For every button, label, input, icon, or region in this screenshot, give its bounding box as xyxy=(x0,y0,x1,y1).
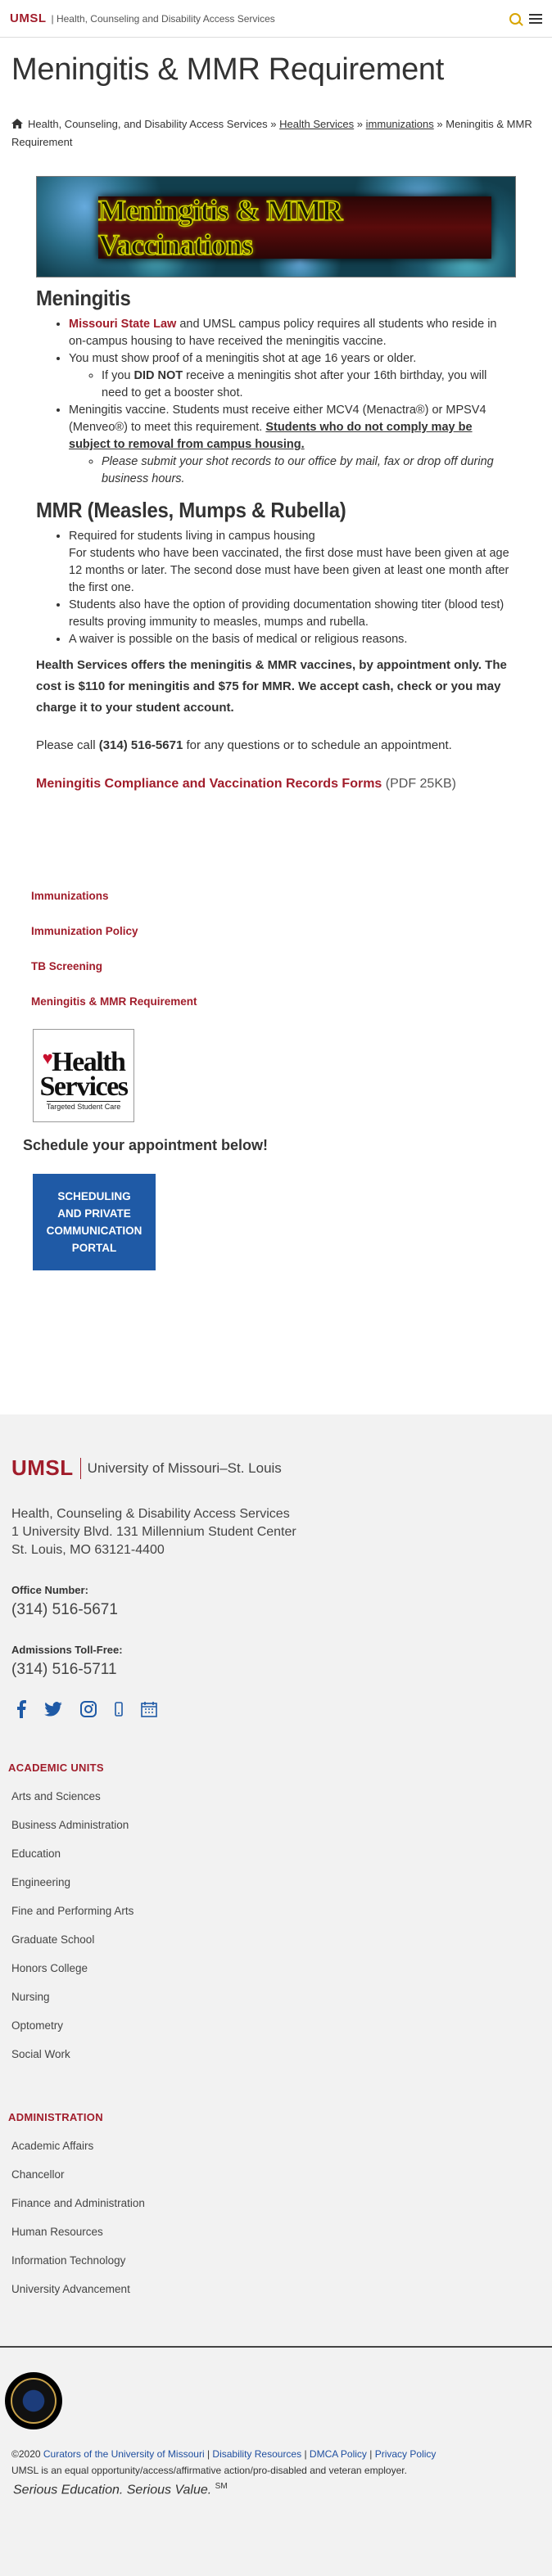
twitter-icon[interactable] xyxy=(44,1702,62,1721)
page-title: Meningitis & MMR Requirement xyxy=(11,52,444,87)
footer-link[interactable]: Academic Affairs xyxy=(11,2132,541,2160)
main-content: Meningitis & MMR Vaccinations Meningitis… xyxy=(0,176,552,792)
facebook-icon[interactable] xyxy=(16,1700,26,1722)
hamburger-menu-icon[interactable] xyxy=(529,13,542,24)
footer-link[interactable]: Fine and Performing Arts xyxy=(11,1897,541,1925)
academic-units-list: Arts and Sciences Business Administratio… xyxy=(0,1782,552,2068)
phone-number: (314) 516-5671 xyxy=(98,738,183,753)
administration-list: Academic Affairs Chancellor Finance and … xyxy=(0,2132,552,2303)
mobile-icon[interactable] xyxy=(115,1702,123,1721)
breadcrumb: Health, Counseling, and Disability Acces… xyxy=(0,97,552,151)
mmr-list: Required for students living in campus h… xyxy=(36,528,516,648)
heart-icon: ♥ xyxy=(42,1047,53,1068)
university-seal xyxy=(5,2372,62,2429)
sidenav-item-tb-screening[interactable]: TB Screening xyxy=(31,960,521,972)
vaccine-offer: Health Services offers the meningitis & … xyxy=(36,658,507,715)
footer-link[interactable]: Human Resources xyxy=(11,2217,541,2246)
instagram-icon[interactable] xyxy=(80,1701,97,1721)
umsl-logo[interactable]: UMSL xyxy=(10,11,47,25)
banner-title: Meningitis & MMR Vaccinations xyxy=(97,193,343,262)
footer-link[interactable]: Social Work xyxy=(11,2040,541,2068)
top-bar: UMSL | Health, Counseling and Disability… xyxy=(0,0,552,38)
footer-address: Health, Counseling & Disability Access S… xyxy=(11,1507,296,1557)
home-icon xyxy=(11,119,23,129)
calendar-icon[interactable] xyxy=(141,1701,157,1721)
vaccination-banner-image: Meningitis & MMR Vaccinations xyxy=(36,176,516,278)
sidenav-item-immunization-policy[interactable]: Immunization Policy xyxy=(31,925,521,937)
call-info: Please call (314) 516-5671 for any quest… xyxy=(36,738,452,753)
curators-link[interactable]: Curators of the University of Missouri xyxy=(43,2448,205,2460)
breadcrumb-separator: » xyxy=(437,118,443,130)
footer-link[interactable]: Optometry xyxy=(11,2011,541,2040)
admissions-phone[interactable]: (314) 516-5711 xyxy=(0,1656,552,1679)
social-links xyxy=(0,1679,552,1722)
schedule-heading: Schedule your appointment below! xyxy=(23,1137,269,1154)
footer-link[interactable]: Engineering xyxy=(11,1868,541,1897)
academic-units-heading: ACADEMIC UNITS xyxy=(8,1762,104,1774)
footer-link[interactable]: Education xyxy=(11,1839,541,1868)
dmca-policy-link[interactable]: DMCA Policy xyxy=(310,2448,367,2460)
site-name: | Health, Counseling and Disability Acce… xyxy=(51,12,275,25)
legal-links: ©2020 Curators of the University of Miss… xyxy=(0,2446,552,2479)
eo-statement: UMSL is an equal opportunity/access/affi… xyxy=(11,2465,407,2476)
list-item: Please submit your shot records to our o… xyxy=(102,453,516,488)
breadcrumb-separator: » xyxy=(356,118,364,130)
list-item: Required for students living in campus h… xyxy=(69,528,516,597)
breadcrumb-immunizations[interactable]: immunizations xyxy=(366,118,434,130)
footer-link[interactable]: Information Technology xyxy=(11,2246,541,2275)
compliance-forms-link[interactable]: Meningitis Compliance and Vaccination Re… xyxy=(36,777,382,791)
breadcrumb-home[interactable]: Health, Counseling, and Disability Acces… xyxy=(28,118,268,130)
missouri-state-law-link[interactable]: Missouri State Law xyxy=(69,318,176,331)
breadcrumb-health-services[interactable]: Health Services xyxy=(279,118,354,130)
meningitis-list: Missouri State Law and UMSL campus polic… xyxy=(36,316,516,488)
meningitis-heading: Meningitis xyxy=(36,286,131,311)
top-icons xyxy=(509,12,542,25)
administration-heading: ADMINISTRATION xyxy=(8,2111,103,2123)
sidenav-item-immunizations[interactable]: Immunizations xyxy=(31,890,521,902)
list-item: If you DID NOT receive a meningitis shot… xyxy=(102,368,516,402)
footer-link[interactable]: Nursing xyxy=(11,1983,541,2011)
footer-link[interactable]: Arts and Sciences xyxy=(11,1782,541,1811)
list-item: Meningitis vaccine. Students must receiv… xyxy=(69,402,516,488)
side-navigation: Immunizations Immunization Policy TB Scr… xyxy=(0,890,552,1008)
site-footer: UMSL University of Missouri–St. Louis Hea… xyxy=(0,1414,552,2576)
health-services-logo[interactable]: ♥Health Services Targeted Student Care xyxy=(33,1029,134,1123)
admissions-label: Admissions Toll-Free: xyxy=(11,1644,123,1656)
footer-link[interactable]: University Advancement xyxy=(11,2275,541,2303)
office-phone[interactable]: (314) 516-5671 xyxy=(0,1596,552,1619)
sidenav-item-meningitis-mmr[interactable]: Meningitis & MMR Requirement xyxy=(31,995,521,1008)
footer-brand[interactable]: UMSL University of Missouri–St. Louis xyxy=(0,1414,552,1481)
forms-line: Meningitis Compliance and Vaccination Re… xyxy=(36,777,456,792)
list-item: Missouri State Law and UMSL campus polic… xyxy=(69,316,516,350)
mmr-heading: MMR (Measles, Mumps & Rubella) xyxy=(36,498,346,523)
search-icon[interactable] xyxy=(509,12,521,25)
footer-link[interactable]: Graduate School xyxy=(11,1925,541,1954)
disability-resources-link[interactable]: Disability Resources xyxy=(212,2448,301,2460)
breadcrumb-separator: » xyxy=(270,118,277,130)
footer-link[interactable]: Finance and Administration xyxy=(11,2189,541,2217)
footer-link[interactable]: Business Administration xyxy=(11,1811,541,1839)
office-number-label: Office Number: xyxy=(11,1584,88,1596)
list-item: A waiver is possible on the basis of med… xyxy=(69,631,516,648)
scheduling-portal-button[interactable]: SCHEDULING AND PRIVATE COMMUNICATION POR… xyxy=(33,1174,156,1271)
privacy-policy-link[interactable]: Privacy Policy xyxy=(375,2448,437,2460)
slogan: Serious Education. Serious Value. SM xyxy=(13,2482,228,2497)
list-item: Students also have the option of providi… xyxy=(69,597,516,631)
footer-link[interactable]: Honors College xyxy=(11,1954,541,1983)
footer-link[interactable]: Chancellor xyxy=(11,2160,541,2189)
list-item: You must show proof of a meningitis shot… xyxy=(69,350,516,402)
